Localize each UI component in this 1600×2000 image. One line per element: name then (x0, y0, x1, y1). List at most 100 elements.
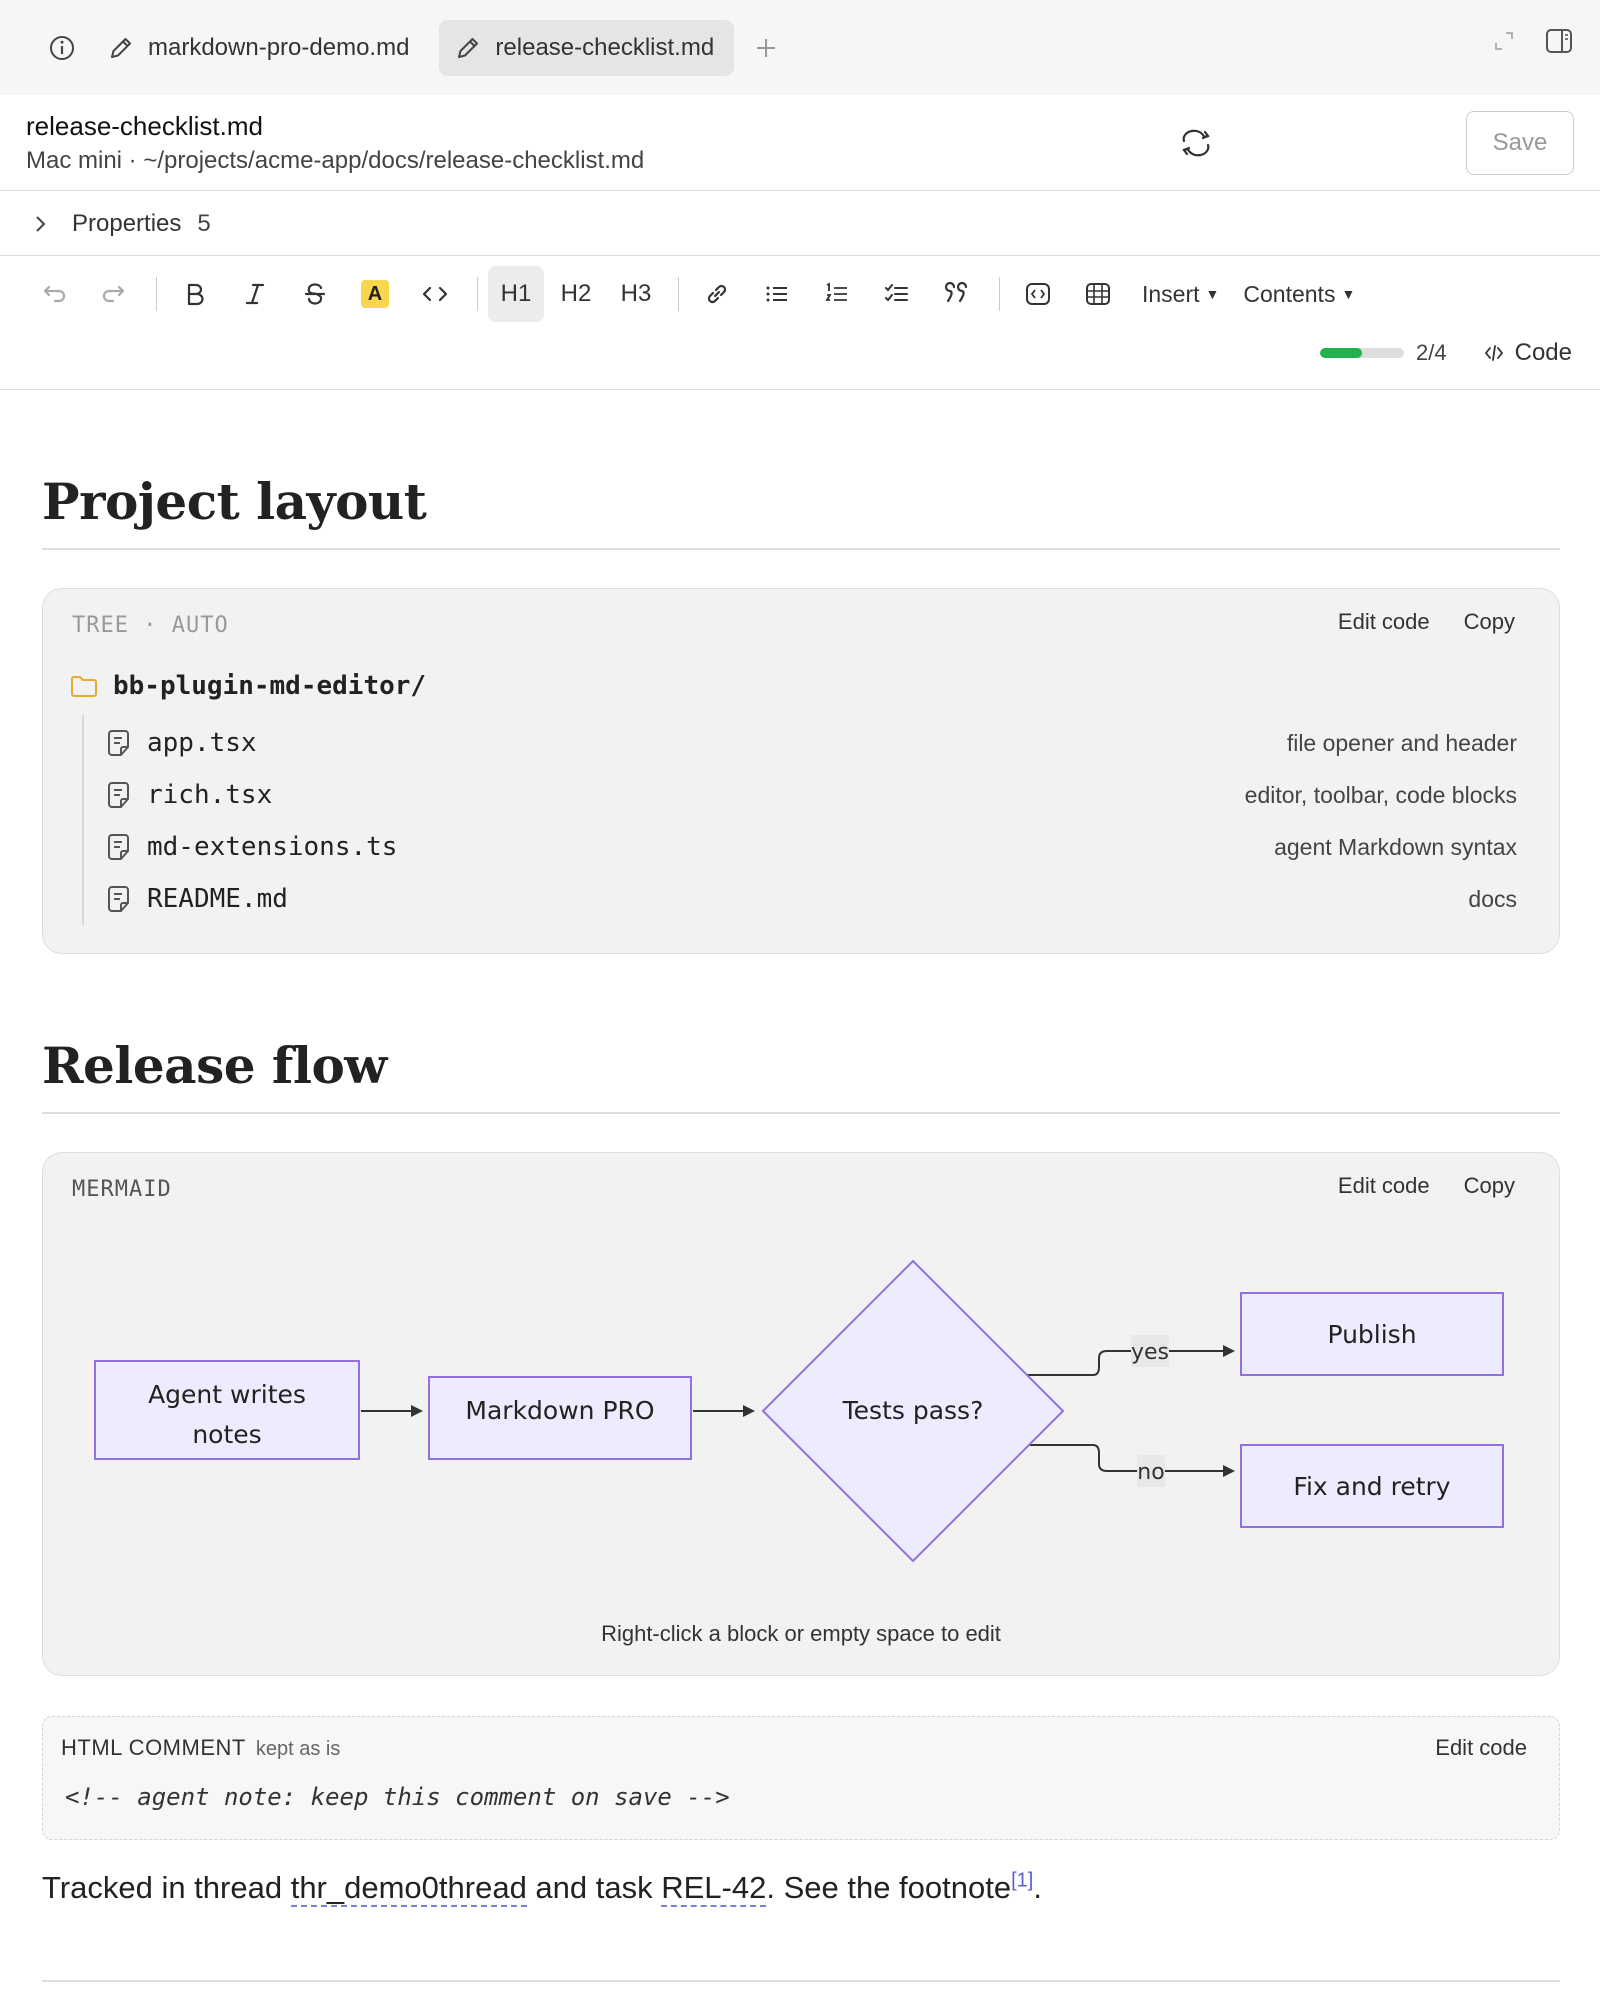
save-button[interactable]: Save (1466, 111, 1574, 175)
tracking-paragraph: Tracked in thread thr_demo0thread and ta… (42, 1870, 1042, 1907)
pencil-icon (458, 37, 479, 58)
flowchart-diagram[interactable]: yes no Agent writes notes Markdown PRO T… (43, 1153, 1561, 1593)
italic-button[interactable] (227, 266, 283, 322)
tab-bar: markdown-pro-demo.md release-checklist.m… (0, 0, 1600, 95)
code-block-icon (1026, 283, 1050, 305)
html-comment-block: HTML COMMENT kept as is Edit code <!-- ag… (42, 1716, 1560, 1840)
tab-markdown-pro-demo[interactable]: markdown-pro-demo.md (92, 20, 429, 76)
tree-guide (82, 715, 84, 925)
paragraph-text: . (1033, 1870, 1042, 1905)
bold-button[interactable] (167, 266, 223, 322)
link-icon (707, 284, 727, 304)
block-actions: Edit code Copy (1338, 609, 1515, 635)
redo-icon (102, 285, 125, 303)
copy-button[interactable]: Copy (1464, 609, 1515, 635)
bottom-rule (42, 1980, 1560, 1982)
inline-code-button[interactable] (407, 266, 463, 322)
heading-2-button[interactable]: H2 (548, 266, 604, 322)
file-icon (108, 886, 129, 912)
tree-block: TREE · AUTO Edit code Copy bb-plugin-md-… (42, 588, 1560, 954)
editor-toolbar: A H1 H2 H3 Insert ▼ Contents ▼ 2/4 Code (0, 256, 1600, 390)
tree-file-name: app.tsx (147, 728, 257, 758)
italic-icon (245, 283, 265, 305)
tree-file-name: md-extensions.ts (147, 832, 398, 862)
thread-reference-link[interactable]: thr_demo0thread (290, 1870, 527, 1907)
tab-release-checklist[interactable]: release-checklist.md (439, 19, 735, 76)
file-icon (108, 730, 129, 756)
file-header: release-checklist.md Mac mini · ~/projec… (0, 95, 1600, 191)
tree-file-description: agent Markdown syntax (1274, 833, 1517, 860)
tree-root: bb-plugin-md-editor/ (69, 671, 426, 701)
code-icon (1484, 345, 1503, 361)
tree-file-row: rich.tsx editor, toolbar, code blocks (107, 775, 1517, 815)
toolbar-divider (678, 277, 679, 311)
checklist-icon (885, 284, 908, 302)
task-list-button[interactable] (869, 266, 925, 322)
bullet-list-button[interactable] (749, 266, 805, 322)
sidebar-toggle-icon[interactable] (1544, 26, 1574, 56)
footnote-reference[interactable]: [1] (1011, 1870, 1033, 1892)
caret-down-icon: ▼ (1205, 286, 1220, 302)
reload-icon[interactable] (1178, 127, 1214, 159)
tab-label: release-checklist.md (495, 33, 715, 61)
toolbar-status: 2/4 Code (1320, 328, 1572, 378)
node-label: Fix and retry (1293, 1472, 1450, 1501)
redo-button[interactable] (86, 266, 142, 322)
toolbar-divider (477, 277, 478, 311)
insert-label: Insert (1142, 280, 1200, 307)
properties-toggle[interactable]: Properties 5 (0, 192, 1600, 256)
html-comment-title: HTML COMMENT (61, 1735, 246, 1760)
toolbar-divider (156, 277, 157, 311)
paragraph-text: and task (526, 1870, 662, 1905)
html-comment-label: HTML COMMENT kept as is (61, 1735, 340, 1761)
numbered-list-button[interactable] (809, 266, 865, 322)
pencil-icon (111, 37, 131, 58)
tree-file-description: docs (1468, 885, 1517, 912)
heading-3-button[interactable]: H3 (608, 266, 664, 322)
heading-release-flow: Release flow (42, 1036, 387, 1095)
code-block-button[interactable] (1010, 266, 1066, 322)
progress-fill (1320, 348, 1363, 358)
edit-code-button[interactable]: Edit code (1435, 1735, 1527, 1761)
bullet-list-icon (766, 286, 787, 302)
tree-file-description: file opener and header (1286, 729, 1517, 756)
mermaid-edit-hint: Right-click a block or empty space to ed… (601, 1621, 1001, 1646)
html-comment-subtitle: kept as is (255, 1738, 341, 1760)
edit-code-button[interactable]: Edit code (1338, 609, 1430, 635)
mermaid-block: MERMAID Edit code Copy yes no Agent writ… (42, 1152, 1560, 1676)
link-button[interactable] (689, 266, 745, 322)
strikethrough-button[interactable] (287, 266, 343, 322)
properties-label: Properties (72, 209, 182, 237)
file-icon (108, 834, 129, 860)
collapse-icon[interactable] (1492, 29, 1516, 53)
heading-rule (42, 548, 1560, 550)
contents-dropdown[interactable]: Contents ▼ (1243, 266, 1355, 322)
contents-label: Contents (1243, 280, 1336, 307)
highlight-button[interactable]: A (347, 266, 403, 322)
tree-block-label: TREE · AUTO (72, 613, 229, 638)
tree-root-name: bb-plugin-md-editor/ (113, 671, 427, 701)
new-tab-button[interactable] (744, 26, 788, 70)
file-name: release-checklist.md (26, 111, 263, 141)
undo-button[interactable] (26, 266, 82, 322)
code-icon (422, 286, 448, 302)
blockquote-button[interactable] (929, 266, 985, 322)
plus-icon (757, 38, 776, 57)
file-icon (108, 782, 129, 808)
highlight-icon: A (361, 280, 389, 308)
strikethrough-icon (304, 283, 326, 305)
window-controls (1492, 26, 1574, 56)
table-button[interactable] (1070, 266, 1126, 322)
edge-no (1023, 1444, 1235, 1477)
info-icon[interactable] (40, 26, 84, 70)
insert-dropdown[interactable]: Insert ▼ (1142, 266, 1219, 322)
undo-icon (43, 285, 66, 303)
heading-1-button[interactable]: H1 (488, 266, 544, 322)
code-view-button[interactable]: Code (1483, 339, 1572, 367)
edge-label-no: no (1137, 1460, 1164, 1485)
edge-yes (1023, 1345, 1235, 1376)
toolbar-buttons: A H1 H2 H3 Insert ▼ Contents ▼ (26, 266, 1367, 322)
task-reference-link[interactable]: REL-42 (661, 1870, 767, 1907)
tree-file-name: README.md (147, 884, 288, 914)
heading-rule (42, 1112, 1560, 1114)
